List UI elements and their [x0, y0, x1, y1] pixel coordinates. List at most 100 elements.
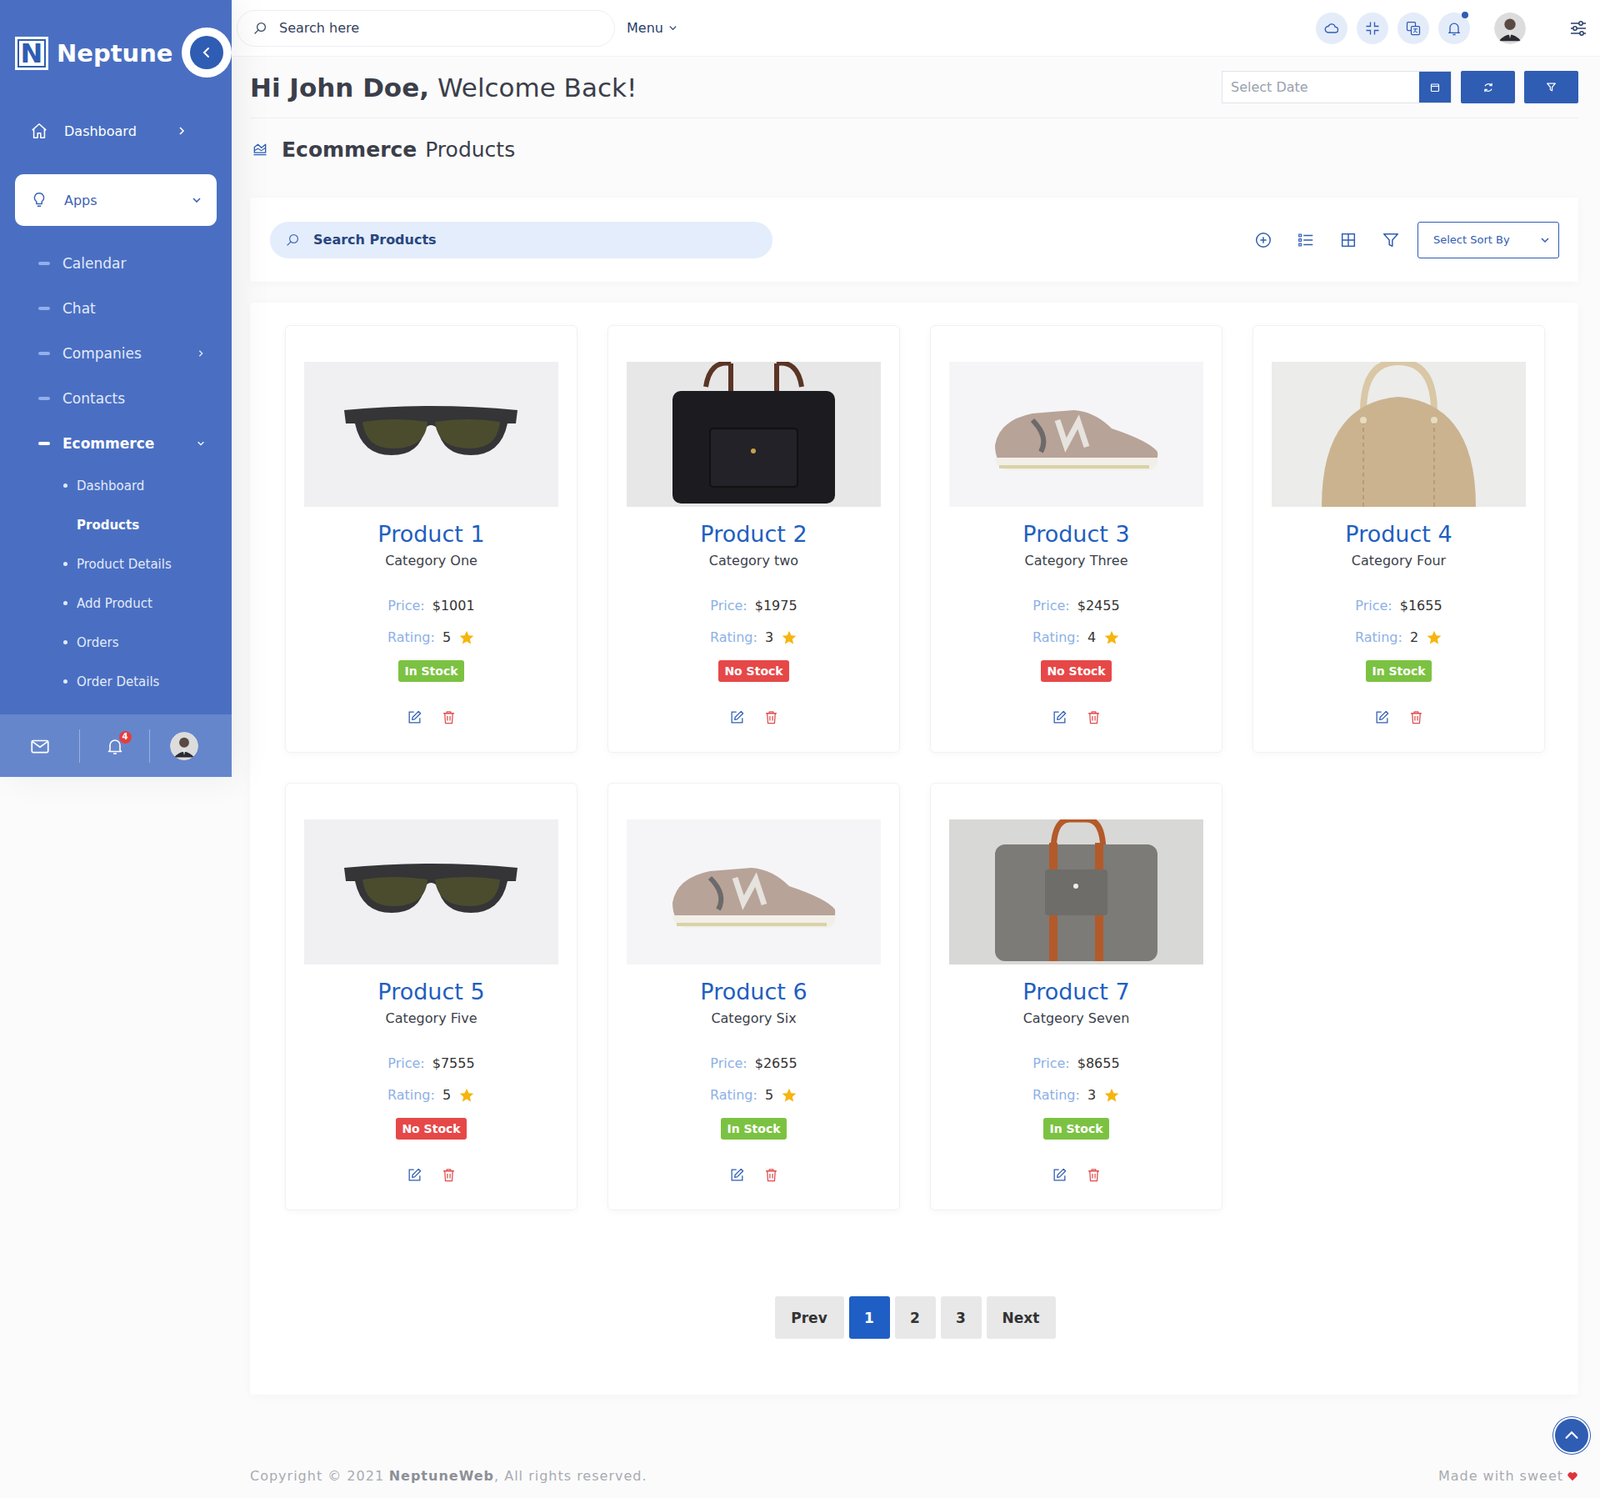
collapse-button[interactable] [181, 27, 232, 78]
product-rating: Rating:2 [1355, 628, 1443, 647]
profile-button[interactable] [149, 729, 232, 763]
calendar-button[interactable] [1419, 71, 1451, 103]
refresh-button[interactable] [1460, 70, 1515, 104]
sidebar-subitem[interactable]: Dashboard [0, 465, 232, 505]
sort-select[interactable]: Select Sort By [1417, 221, 1560, 259]
edit-icon[interactable] [729, 1166, 745, 1183]
grid-view-icon[interactable] [1339, 230, 1358, 250]
trash-icon[interactable] [440, 709, 457, 725]
search-icon [285, 232, 300, 248]
product-name[interactable]: Product 7 [1022, 977, 1130, 1006]
filter-icon [1545, 81, 1557, 93]
stock-badge: In Stock [398, 660, 464, 682]
trash-icon[interactable] [763, 1166, 780, 1183]
home-icon [30, 121, 49, 140]
weather-button[interactable] [1315, 12, 1348, 45]
sidebar-item[interactable]: Contacts [0, 375, 232, 421]
chevron-left-icon [190, 35, 224, 70]
avatar-icon [170, 731, 199, 760]
star-icon [458, 1086, 475, 1104]
product-card[interactable]: Product 3 Category Three Price:$2455 Rat… [930, 325, 1223, 753]
bullet-icon [63, 640, 68, 645]
product-card[interactable]: Product 2 Category two Price:$1975 Ratin… [607, 325, 900, 753]
product-price: Price:$7555 [387, 1054, 475, 1073]
sidebar-item[interactable]: Calendar [0, 240, 232, 286]
page-button[interactable]: 3 [940, 1295, 982, 1339]
trash-icon[interactable] [440, 1166, 457, 1183]
product-rating: Rating:4 [1032, 628, 1120, 647]
next-button[interactable]: Next [986, 1295, 1056, 1339]
star-icon [458, 629, 475, 646]
product-card[interactable]: Product 4 Category Four Price:$1655 Rati… [1252, 325, 1545, 753]
menu-dropdown[interactable]: Menu [626, 20, 678, 36]
product-name[interactable]: Product 6 [700, 977, 807, 1006]
product-name[interactable]: Product 5 [377, 977, 485, 1006]
sidebar-subitem[interactable]: Add Product [0, 583, 232, 623]
product-name[interactable]: Product 1 [377, 520, 485, 549]
list-view-icon[interactable] [1296, 230, 1315, 250]
global-search[interactable] [236, 10, 615, 47]
product-name[interactable]: Product 2 [700, 520, 807, 549]
trash-icon[interactable] [1085, 709, 1102, 725]
settings-button[interactable] [1568, 18, 1589, 39]
page-button[interactable]: 1 [849, 1295, 890, 1339]
stock-badge: No Stock [718, 660, 789, 682]
add-circle-icon[interactable] [1254, 230, 1273, 250]
product-name[interactable]: Product 4 [1345, 520, 1452, 549]
date-picker[interactable] [1221, 70, 1452, 104]
filter-icon[interactable] [1381, 230, 1400, 250]
sidebar-item[interactable]: Dashboard [15, 106, 217, 155]
sidebar-subitem[interactable]: Product Details [0, 544, 232, 584]
dash-icon [38, 306, 50, 310]
filter-button[interactable] [1524, 70, 1579, 104]
logo-mark: N [15, 36, 49, 70]
product-rating: Rating:5 [387, 628, 475, 647]
product-card[interactable]: Product 5 Category Five Price:$7555 Rati… [285, 782, 578, 1210]
product-search-input[interactable] [311, 230, 773, 249]
edit-icon[interactable] [1051, 709, 1068, 725]
sidebar-subitem[interactable]: Order Details [0, 661, 232, 701]
mail-button[interactable] [0, 729, 80, 763]
search-input[interactable] [277, 19, 615, 37]
product-price: Price:$1001 [387, 596, 475, 615]
sidebar-item[interactable]: Apps [15, 174, 217, 226]
edit-icon[interactable] [1374, 709, 1390, 725]
pagination: Prev 123 Next [285, 1295, 1545, 1339]
edit-icon[interactable] [406, 1166, 423, 1183]
date-input[interactable] [1222, 71, 1420, 103]
sidebar-item[interactable]: Chat [0, 285, 232, 331]
product-price: Price:$1975 [710, 596, 797, 615]
bullet-icon [63, 483, 68, 488]
made-with: Made with sweet [1438, 1467, 1579, 1484]
trash-icon[interactable] [763, 709, 780, 725]
refresh-icon [1482, 81, 1495, 94]
notifications-button[interactable] [1438, 12, 1470, 45]
product-grid: Product 1 Category One Price:$1001 Ratin… [285, 325, 1545, 1210]
dash-icon [38, 396, 50, 400]
product-card[interactable]: Product 7 Catgeory Seven Price:$8655 Rat… [930, 782, 1223, 1210]
product-card[interactable]: Product 6 Category Six Price:$2655 Ratin… [607, 782, 900, 1210]
product-search[interactable] [270, 221, 773, 259]
scroll-top-button[interactable] [1553, 1416, 1590, 1454]
sidebar-item[interactable]: Companies [0, 330, 232, 376]
trash-icon[interactable] [1408, 709, 1425, 725]
fullscreen-button[interactable] [1356, 12, 1389, 45]
edit-icon[interactable] [1051, 1166, 1068, 1183]
language-button[interactable] [1397, 12, 1430, 45]
edit-icon[interactable] [729, 709, 745, 725]
user-avatar[interactable] [1494, 12, 1526, 45]
notifications-button[interactable]: 4 [79, 729, 150, 763]
star-icon [780, 1086, 798, 1104]
sidebar-subitem[interactable]: Orders [0, 622, 232, 662]
header-actions [1221, 70, 1579, 104]
product-price: Price:$2655 [710, 1054, 797, 1073]
edit-icon[interactable] [406, 709, 423, 725]
sidebar-subitem[interactable]: Products [0, 505, 232, 545]
chevron-icon [176, 125, 187, 136]
prev-button[interactable]: Prev [775, 1295, 845, 1339]
page-button[interactable]: 2 [895, 1295, 936, 1339]
sidebar-item[interactable]: Ecommerce [0, 420, 232, 466]
product-name[interactable]: Product 3 [1022, 520, 1130, 549]
product-card[interactable]: Product 1 Category One Price:$1001 Ratin… [285, 325, 578, 753]
trash-icon[interactable] [1085, 1166, 1102, 1183]
